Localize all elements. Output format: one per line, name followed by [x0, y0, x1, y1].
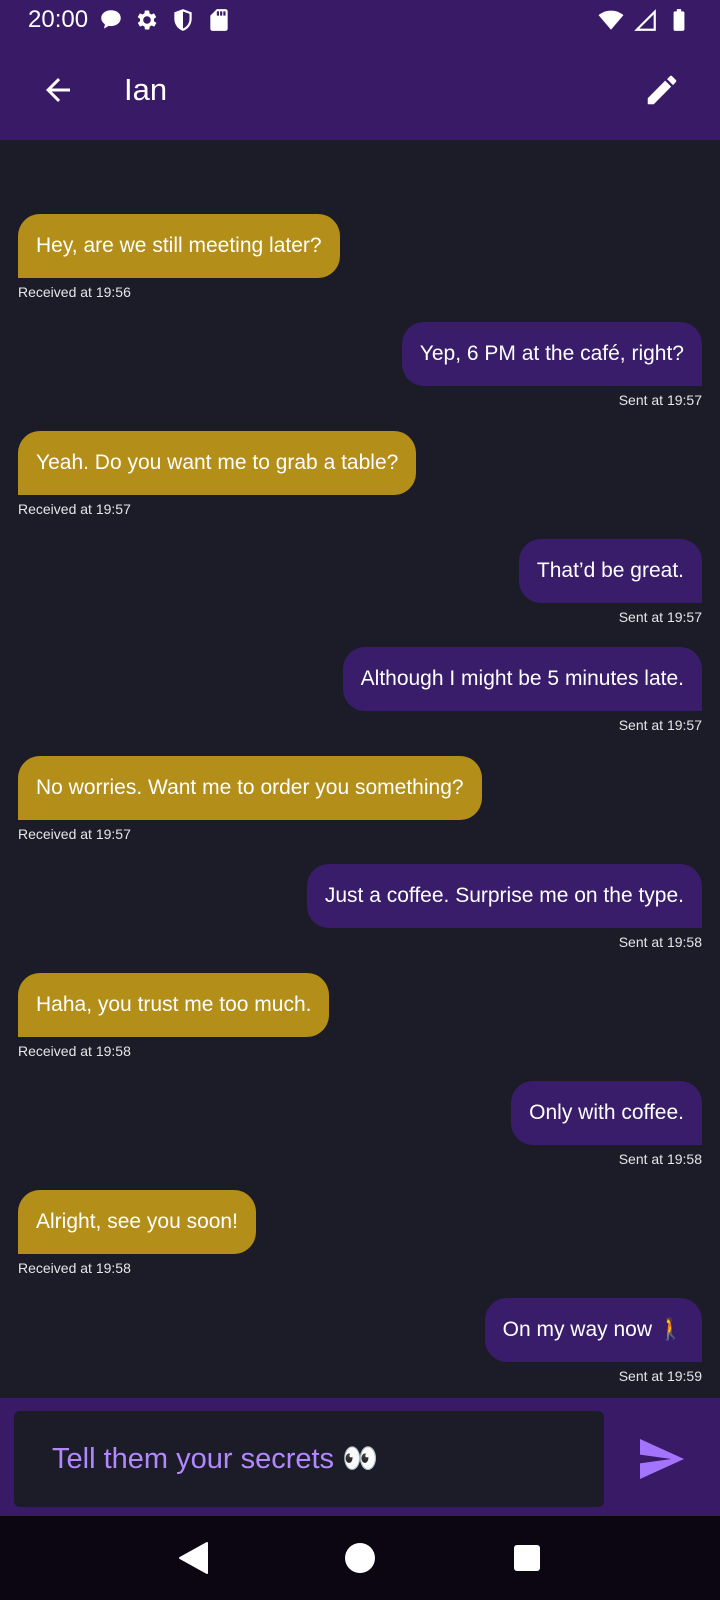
cell-signal-icon — [634, 9, 656, 31]
message-bubble[interactable]: On my way now 🚶 — [484, 1298, 702, 1362]
message-received: Hey, are we still meeting later? Receive… — [18, 214, 340, 300]
message-timestamp: Sent at 19:57 — [618, 392, 702, 408]
message-bubble[interactable]: Although I might be 5 minutes late. — [342, 647, 702, 711]
shield-icon — [174, 9, 192, 31]
message-input[interactable] — [14, 1411, 604, 1507]
message-sent: Although I might be 5 minutes late. Sent… — [342, 647, 702, 733]
send-button[interactable] — [634, 1434, 690, 1484]
message-bubble[interactable]: Yep, 6 PM at the café, right? — [401, 322, 702, 386]
message-sent: Only with coffee. Sent at 19:58 — [511, 1081, 702, 1167]
message-bubble[interactable]: Alright, see you soon! — [18, 1190, 256, 1254]
status-time: 20:00 — [28, 6, 89, 33]
message-received: Haha, you trust me too much. Received at… — [18, 973, 330, 1059]
message-timestamp: Received at 19:58 — [18, 1043, 131, 1059]
message-timestamp: Sent at 19:57 — [618, 717, 702, 733]
home-circle-icon — [344, 1543, 375, 1573]
pencil-icon — [647, 75, 677, 105]
message-received: Alright, see you soon! Received at 19:58 — [18, 1190, 256, 1276]
chat-bubble-icon — [101, 10, 121, 29]
message-timestamp: Received at 19:57 — [18, 826, 131, 842]
message-timestamp: Received at 19:58 — [18, 1260, 131, 1276]
contact-name: Ian — [124, 72, 168, 107]
send-icon — [640, 1439, 684, 1479]
back-triangle-icon — [179, 1542, 209, 1574]
nav-back-button[interactable] — [163, 1528, 223, 1588]
message-bubble[interactable]: That’d be great. — [518, 539, 702, 603]
status-icons-left — [98, 7, 232, 33]
arrow-left-icon — [46, 78, 70, 102]
message-bubble[interactable]: Haha, you trust me too much. — [18, 973, 330, 1037]
message-timestamp: Sent at 19:59 — [618, 1368, 702, 1384]
app-bar: Ian — [0, 40, 720, 140]
back-button[interactable] — [28, 60, 88, 120]
message-sent: That’d be great. Sent at 19:57 — [518, 539, 702, 625]
system-nav-bar — [0, 1516, 720, 1600]
gear-icon — [137, 10, 157, 30]
message-sent: On my way now 🚶 Sent at 19:59 — [484, 1298, 702, 1384]
message-bubble[interactable]: Only with coffee. — [511, 1081, 702, 1145]
nav-recents-button[interactable] — [497, 1528, 557, 1588]
message-timestamp: Received at 19:57 — [18, 501, 131, 517]
message-bubble[interactable]: Just a coffee. Surprise me on the type. — [306, 864, 702, 928]
message-received: Yeah. Do you want me to grab a table? Re… — [18, 431, 417, 517]
message-received: No worries. Want me to order you somethi… — [18, 756, 482, 842]
message-timestamp: Sent at 19:58 — [618, 1151, 702, 1167]
recents-square-icon — [513, 1545, 540, 1571]
message-timestamp: Received at 19:56 — [18, 284, 131, 300]
composer-bar — [0, 1398, 720, 1516]
message-timestamp: Sent at 19:57 — [618, 609, 702, 625]
message-timestamp: Sent at 19:58 — [618, 934, 702, 950]
sd-card-icon — [210, 9, 228, 31]
edit-button[interactable] — [632, 60, 692, 120]
status-icons-right — [598, 7, 692, 33]
status-bar: 20:00 — [0, 0, 720, 40]
wifi-icon — [598, 10, 624, 30]
message-bubble[interactable]: No worries. Want me to order you somethi… — [18, 756, 482, 820]
message-sent: Just a coffee. Surprise me on the type. … — [306, 864, 702, 950]
message-sent: Yep, 6 PM at the café, right? Sent at 19… — [401, 322, 702, 408]
battery-icon — [673, 9, 685, 31]
message-bubble[interactable]: Yeah. Do you want me to grab a table? — [18, 431, 417, 495]
message-list[interactable]: Hey, are we still meeting later? Receive… — [0, 140, 720, 1398]
message-bubble[interactable]: Hey, are we still meeting later? — [18, 214, 340, 278]
nav-home-button[interactable] — [330, 1528, 390, 1588]
